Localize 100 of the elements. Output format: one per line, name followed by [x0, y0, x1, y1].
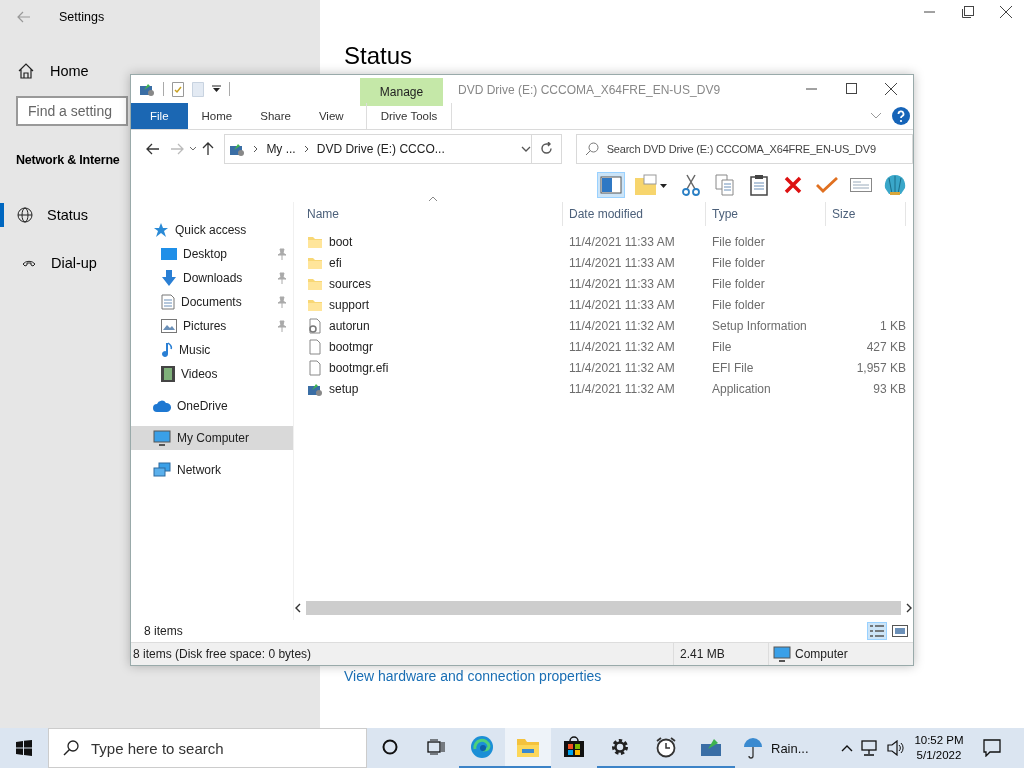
back-arrow-icon[interactable] [145, 142, 160, 155]
setup-icon [700, 737, 724, 757]
nav-tree-item[interactable]: Downloads [131, 265, 293, 290]
file-name[interactable]: bootmgr.efi [329, 361, 389, 376]
close-icon[interactable] [885, 83, 897, 95]
toolbar-button[interactable] [597, 171, 625, 198]
window-title: Settings [59, 10, 105, 24]
nav-label[interactable]: Home [50, 63, 89, 79]
table-cell-text: File folder [712, 298, 766, 313]
refresh-icon [539, 142, 553, 156]
file-name[interactable]: setup [329, 382, 359, 397]
up-arrow-icon[interactable] [202, 141, 215, 156]
umbrella-icon[interactable] [743, 737, 763, 759]
network-icon[interactable] [861, 740, 879, 756]
nav-tree-item[interactable]: Quick access [131, 217, 293, 242]
expand-ribbon-icon[interactable] [870, 111, 882, 120]
column-header[interactable]: Type [706, 201, 826, 226]
table-cell-text: Setup Information [712, 319, 808, 334]
view-button[interactable] [867, 622, 887, 641]
file-icon [307, 360, 323, 377]
search-input[interactable]: Type here to search [89, 738, 353, 758]
folder-icon [634, 173, 668, 196]
file-name[interactable]: bootmgr [329, 340, 374, 355]
refresh-button[interactable] [531, 133, 562, 164]
maximize-icon[interactable] [846, 83, 857, 94]
nav-tree-item[interactable]: Desktop [131, 241, 293, 266]
properties-icon[interactable] [172, 81, 184, 97]
nav-tree-item[interactable]: Network [131, 457, 293, 482]
recent-locations-caret-icon[interactable] [188, 145, 197, 152]
status-location: Computer [795, 647, 848, 661]
file-name[interactable]: efi [329, 256, 342, 271]
envelope-icon [850, 177, 872, 192]
table-cell-text: 1,957 KB [855, 361, 906, 376]
section-heading: Network & Interne [16, 153, 120, 167]
file-name[interactable]: autorun [329, 319, 370, 334]
nav-tree-item[interactable]: OneDrive [131, 393, 293, 418]
clock-date[interactable]: 5/1/2022 [916, 748, 962, 763]
desktop-icon [161, 246, 177, 261]
table-cell-text: File folder [712, 256, 766, 271]
contextual-tab-header: Manage [360, 78, 443, 106]
customize-caret-icon[interactable] [212, 85, 221, 93]
folder-icon [307, 255, 323, 272]
dropdown-caret-icon[interactable] [520, 145, 531, 152]
details-view-icon [869, 624, 885, 639]
scroll-right-icon[interactable] [905, 603, 913, 614]
search-field[interactable]: Find a setting [16, 96, 128, 126]
file-name[interactable]: support [329, 298, 370, 313]
search-input[interactable]: Search DVD Drive (E:) CCCOMA_X64FRE_EN-US_DV9 [606, 142, 912, 155]
breadcrumb-item[interactable]: DVD Drive (E:) CCCO... [316, 141, 445, 156]
help-icon[interactable] [892, 106, 910, 125]
search-icon [584, 141, 599, 156]
search-field[interactable]: Type here to search [48, 728, 367, 768]
nav-tree-item[interactable]: Pictures [131, 313, 293, 338]
close-icon[interactable] [1000, 6, 1012, 18]
windows-logo-icon [16, 740, 32, 756]
table-cell-text: 11/4/2021 11:32 AM [569, 382, 676, 397]
nav-tree-item[interactable]: Videos [131, 361, 293, 386]
table-cell-text: File folder [712, 277, 766, 292]
window-title: DVD Drive (E:) CCCOMA_X64FRE_EN-US_DV9 [457, 82, 722, 97]
column-header[interactable]: Name [301, 201, 563, 226]
picture-icon [161, 318, 177, 333]
folder-icon [516, 736, 540, 758]
nav-item[interactable]: Dial-up [0, 251, 103, 275]
weather-text[interactable]: Rain... [771, 740, 809, 756]
delete-icon [784, 175, 802, 194]
nav-tree-item[interactable]: Documents [131, 289, 293, 314]
ribbon-tab[interactable]: Share [246, 103, 305, 129]
clipboard-icon [750, 173, 768, 196]
download-arrow-icon [161, 269, 177, 286]
nav-tree-item[interactable]: Music [131, 337, 293, 362]
clock-time[interactable]: 10:52 PM [914, 733, 964, 748]
table-cell-text: 11/4/2021 11:32 AM [569, 361, 676, 376]
copy-icon [715, 173, 735, 196]
file-name[interactable]: boot [329, 235, 353, 250]
chevron-up-icon[interactable] [841, 744, 853, 752]
breadcrumb-item[interactable]: My ... [266, 141, 296, 156]
table-cell-text: 11/4/2021 11:32 AM [569, 340, 676, 355]
link[interactable]: View hardware and connection properties [344, 668, 602, 684]
column-header[interactable]: Date modified [563, 201, 706, 226]
folder-icon [307, 276, 323, 293]
nav-tree-item[interactable]: My Computer [131, 425, 293, 450]
table-cell-text: 11/4/2021 11:32 AM [569, 319, 676, 334]
star-icon [153, 221, 169, 238]
file-menu-tab[interactable]: File [131, 103, 188, 129]
table-cell-text: File folder [712, 235, 766, 250]
file-name[interactable]: sources [329, 277, 372, 292]
scroll-left-icon[interactable] [294, 603, 302, 614]
ribbon-tab[interactable]: Home [187, 103, 247, 129]
table-cell-text: 427 KB [865, 340, 906, 355]
ribbon-tab[interactable]: View [304, 103, 358, 129]
scrollbar-thumb[interactable] [306, 601, 901, 616]
column-header[interactable]: Size [826, 201, 906, 226]
network-icon [153, 461, 171, 478]
chevron-icon [303, 144, 309, 153]
nav-item[interactable]: Status [0, 203, 95, 227]
maximize-icon[interactable] [962, 6, 974, 18]
settings-file-icon [307, 318, 323, 335]
notification-icon[interactable] [983, 739, 1001, 757]
volume-icon[interactable] [887, 740, 905, 756]
address-bar[interactable]: My ... DVD Drive (E:) CCCO... [224, 133, 532, 164]
